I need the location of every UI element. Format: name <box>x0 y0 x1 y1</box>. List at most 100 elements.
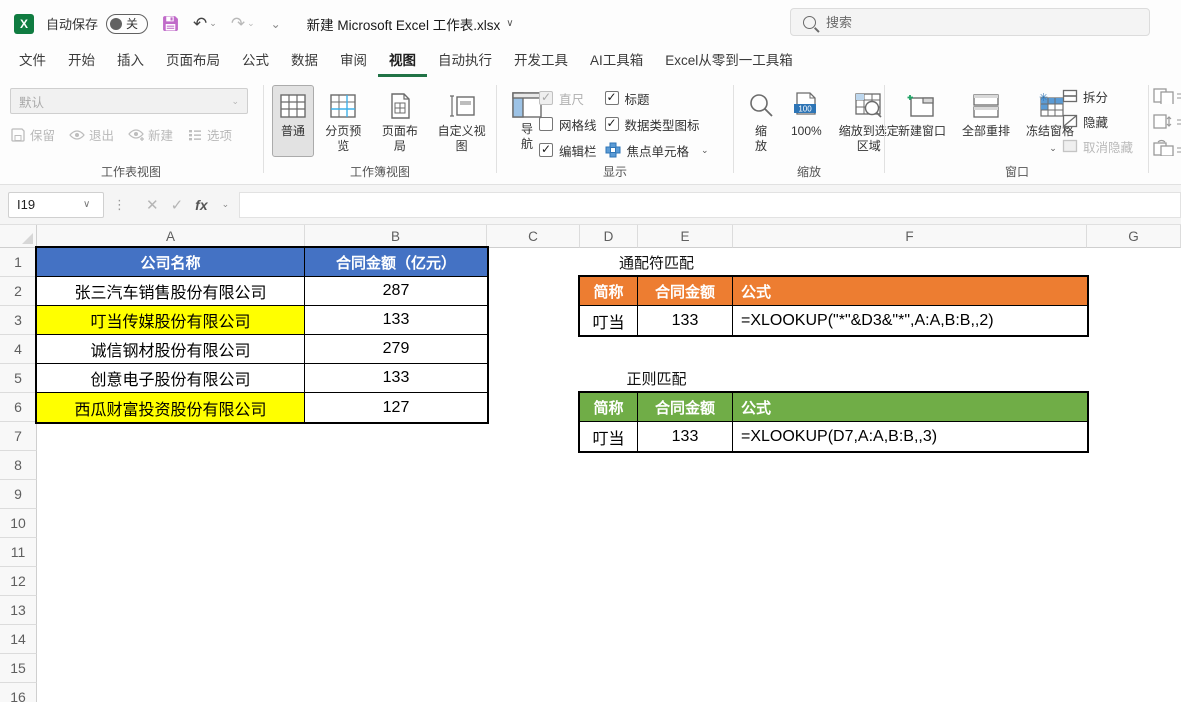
customize-quick-access-button[interactable]: ⌄ <box>269 17 281 31</box>
tab-automate[interactable]: 自动执行 <box>427 43 503 77</box>
page-layout-view-button[interactable]: 页面布局 <box>373 85 428 157</box>
tab-excel-toolbox[interactable]: Excel从零到一工具箱 <box>654 43 804 77</box>
row-header-15[interactable]: 15 <box>0 654 37 683</box>
cancel-button[interactable]: ✕ <box>146 196 159 214</box>
cell-D6[interactable]: 简称 <box>580 393 638 422</box>
row-header-14[interactable]: 14 <box>0 625 37 654</box>
column-header-E[interactable]: E <box>638 225 733 248</box>
sheet-view-dropdown[interactable]: 默认 ⌄ <box>10 88 248 114</box>
tab-ai-toolbox[interactable]: AI工具箱 <box>579 43 654 77</box>
tab-insert[interactable]: 插入 <box>106 43 155 77</box>
autosave-toggle[interactable]: 关 <box>106 14 148 34</box>
cell-B3[interactable]: 133 <box>305 306 487 335</box>
wildcard-title[interactable]: 通配符匹配 <box>580 248 733 277</box>
reset-window-position-icon[interactable] <box>1153 139 1181 156</box>
row-header-13[interactable]: 13 <box>0 596 37 625</box>
new-window-button[interactable]: 新建窗口 <box>891 85 953 157</box>
cell-A5[interactable]: 创意电子股份有限公司 <box>37 364 305 393</box>
view-side-by-side-icon[interactable] <box>1153 87 1181 104</box>
search-box[interactable] <box>790 8 1150 36</box>
tab-developer[interactable]: 开发工具 <box>503 43 579 77</box>
keep-view-button[interactable]: 保留 <box>10 125 55 144</box>
cell-D2[interactable]: 简称 <box>580 277 638 306</box>
tab-review[interactable]: 审阅 <box>329 43 378 77</box>
cell-A1[interactable]: 公司名称 <box>37 248 305 277</box>
name-box-input[interactable] <box>17 197 79 212</box>
row-header-4[interactable]: 4 <box>0 335 37 364</box>
split-button[interactable]: 拆分 <box>1062 85 1133 107</box>
row-header-9[interactable]: 9 <box>0 480 37 509</box>
cell-A2[interactable]: 张三汽车销售股份有限公司 <box>37 277 305 306</box>
view-options-button[interactable]: 选项 <box>187 125 232 144</box>
cell-B2[interactable]: 287 <box>305 277 487 306</box>
cell-E2[interactable]: 合同金额 <box>638 277 733 306</box>
drag-handle-icon[interactable]: ⋮ <box>113 197 127 213</box>
row-header-5[interactable]: 5 <box>0 364 37 393</box>
column-header-A[interactable]: A <box>37 225 305 248</box>
insert-function-button[interactable]: fx <box>195 197 207 213</box>
cell-E6[interactable]: 合同金额 <box>638 393 733 422</box>
cell-B4[interactable]: 279 <box>305 335 487 364</box>
row-header-6[interactable]: 6 <box>0 393 37 422</box>
synchronous-scrolling-icon[interactable] <box>1153 113 1181 130</box>
row-header-11[interactable]: 11 <box>0 538 37 567</box>
cell-F6[interactable]: 公式 <box>733 393 1087 422</box>
zoom-button[interactable]: 缩放 <box>740 85 782 157</box>
checkbox-ruler[interactable]: 直尺 <box>539 87 597 109</box>
row-header-1[interactable]: 1 <box>0 248 37 277</box>
formula-input[interactable] <box>239 192 1181 218</box>
checkbox-headings[interactable]: 标题 <box>605 87 709 109</box>
unhide-button[interactable]: 取消隐藏 <box>1062 135 1133 157</box>
row-header-7[interactable]: 7 <box>0 422 37 451</box>
cell-D7[interactable]: 叮当 <box>580 422 638 451</box>
row-header-10[interactable]: 10 <box>0 509 37 538</box>
checkbox-gridlines[interactable]: 网格线 <box>539 113 597 135</box>
regex-title[interactable]: 正则匹配 <box>580 364 733 393</box>
tab-view[interactable]: 视图 <box>378 43 427 77</box>
checkbox-data-type-icons[interactable]: 数据类型图标 <box>605 113 709 135</box>
search-input[interactable] <box>826 15 1126 30</box>
column-header-G[interactable]: G <box>1087 225 1181 248</box>
cell-A3[interactable]: 叮当传媒股份有限公司 <box>37 306 305 335</box>
column-header-C[interactable]: C <box>487 225 580 248</box>
cell-E3[interactable]: 133 <box>638 306 733 335</box>
checkbox-formula-bar[interactable]: 编辑栏 <box>539 139 597 161</box>
exit-view-button[interactable]: 退出 <box>69 125 114 144</box>
name-box[interactable]: ∨ <box>8 192 104 218</box>
cell-B1[interactable]: 合同金额（亿元） <box>305 248 487 277</box>
zoom-100-button[interactable]: 100 100% <box>784 85 829 157</box>
custom-views-button[interactable]: 自定义视图 <box>429 85 494 157</box>
row-header-8[interactable]: 8 <box>0 451 37 480</box>
column-header-B[interactable]: B <box>305 225 487 248</box>
cell-B5[interactable]: 133 <box>305 364 487 393</box>
cell-B6[interactable]: 127 <box>305 393 487 422</box>
hide-button[interactable]: 隐藏 <box>1062 110 1133 132</box>
focus-cell-button[interactable]: 焦点单元格 ⌄ <box>605 139 709 161</box>
cell-D3[interactable]: 叮当 <box>580 306 638 335</box>
cell-E7[interactable]: 133 <box>638 422 733 451</box>
row-header-16[interactable]: 16 <box>0 683 37 702</box>
page-break-preview-button[interactable]: 分页预览 <box>316 85 371 157</box>
enter-button[interactable]: ✓ <box>171 196 184 214</box>
row-header-2[interactable]: 2 <box>0 277 37 306</box>
cell-F3[interactable]: =XLOOKUP("*"&D3&"*",A:A,B:B,,2) <box>733 306 1087 335</box>
row-header-12[interactable]: 12 <box>0 567 37 596</box>
normal-view-button[interactable]: 普通 <box>272 85 314 157</box>
undo-button[interactable]: ↶⌄ <box>193 14 217 34</box>
redo-button[interactable]: ↷⌄ <box>231 14 255 34</box>
new-view-button[interactable]: 新建 <box>128 125 173 144</box>
cell-F7[interactable]: =XLOOKUP(D7,A:A,B:B,,3) <box>733 422 1087 451</box>
column-header-D[interactable]: D <box>580 225 638 248</box>
cell-F2[interactable]: 公式 <box>733 277 1087 306</box>
tab-page-layout[interactable]: 页面布局 <box>155 43 231 77</box>
select-all-corner[interactable] <box>0 225 37 248</box>
tab-data[interactable]: 数据 <box>280 43 329 77</box>
tab-home[interactable]: 开始 <box>57 43 106 77</box>
row-header-3[interactable]: 3 <box>0 306 37 335</box>
save-button[interactable] <box>162 15 179 32</box>
cell-A6[interactable]: 西瓜财富投资股份有限公司 <box>37 393 305 422</box>
tab-formulas[interactable]: 公式 <box>231 43 280 77</box>
tab-file[interactable]: 文件 <box>8 43 57 77</box>
cell-A4[interactable]: 诚信钢材股份有限公司 <box>37 335 305 364</box>
document-title[interactable]: 新建 Microsoft Excel 工作表.xlsx ∨ <box>307 14 514 34</box>
